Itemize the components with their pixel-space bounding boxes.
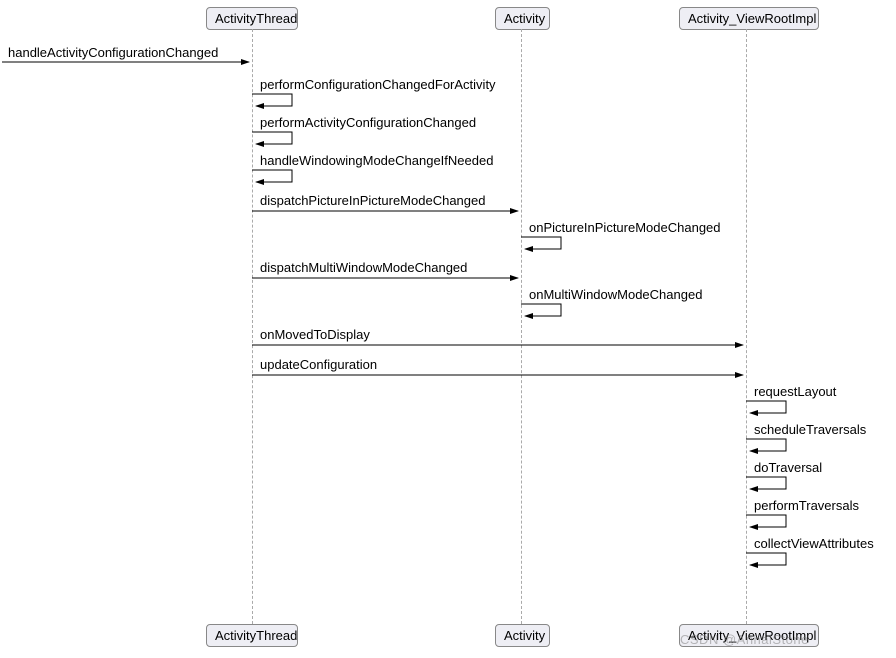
watermark: CSDN @AnnalStone (680, 632, 809, 647)
svg-text:onPictureInPictureModeChanged: onPictureInPictureModeChanged (529, 220, 721, 235)
msg-performConfigurationChangedForActivity: performConfigurationChangedForActivity (252, 77, 496, 106)
msg-dispatchMultiWindowModeChanged: dispatchMultiWindowModeChanged (252, 260, 518, 278)
svg-text:handleActivityConfigurationCha: handleActivityConfigurationChanged (8, 45, 218, 60)
lifeline-activitythread (252, 29, 253, 624)
lifeline-viewrootimpl (746, 29, 747, 624)
svg-text:onMovedToDisplay: onMovedToDisplay (260, 327, 370, 342)
svg-text:updateConfiguration: updateConfiguration (260, 357, 377, 372)
participant-viewrootimpl-top: Activity_ViewRootImpl (679, 7, 819, 30)
msg-performTraversals: performTraversals (746, 498, 859, 527)
svg-text:performActivityConfigurationCh: performActivityConfigurationChanged (260, 115, 476, 130)
msg-onMovedToDisplay: onMovedToDisplay (252, 327, 743, 345)
lifeline-activity (521, 29, 522, 624)
participant-activitythread-bottom: ActivityThread (206, 624, 298, 647)
msg-doTraversal: doTraversal (746, 460, 822, 489)
sequence-arrows: handleActivityConfigurationChanged perfo… (0, 0, 896, 658)
participant-activity-bottom: Activity (495, 624, 550, 647)
participant-activitythread-top: ActivityThread (206, 7, 298, 30)
msg-dispatchPictureInPictureModeChanged: dispatchPictureInPictureModeChanged (252, 193, 518, 211)
msg-updateConfiguration: updateConfiguration (252, 357, 743, 375)
msg-onMultiWindowModeChanged: onMultiWindowModeChanged (521, 287, 702, 316)
svg-text:scheduleTraversals: scheduleTraversals (754, 422, 867, 437)
svg-text:handleWindowingModeChangeIfNee: handleWindowingModeChangeIfNeeded (260, 153, 493, 168)
svg-text:collectViewAttributes: collectViewAttributes (754, 536, 874, 551)
svg-text:dispatchMultiWindowModeChanged: dispatchMultiWindowModeChanged (260, 260, 467, 275)
participant-activity-top: Activity (495, 7, 550, 30)
msg-handleActivityConfigurationChanged: handleActivityConfigurationChanged (2, 45, 249, 62)
svg-text:requestLayout: requestLayout (754, 384, 837, 399)
msg-collectViewAttributes: collectViewAttributes (746, 536, 874, 565)
svg-text:performConfigurationChangedFor: performConfigurationChangedForActivity (260, 77, 496, 92)
msg-scheduleTraversals: scheduleTraversals (746, 422, 867, 451)
msg-requestLayout: requestLayout (746, 384, 837, 413)
svg-text:doTraversal: doTraversal (754, 460, 822, 475)
svg-text:onMultiWindowModeChanged: onMultiWindowModeChanged (529, 287, 702, 302)
svg-text:performTraversals: performTraversals (754, 498, 859, 513)
msg-onPictureInPictureModeChanged: onPictureInPictureModeChanged (521, 220, 721, 249)
msg-handleWindowingModeChangeIfNeeded: handleWindowingModeChangeIfNeeded (252, 153, 493, 182)
msg-performActivityConfigurationChanged: performActivityConfigurationChanged (252, 115, 476, 144)
svg-text:dispatchPictureInPictureModeCh: dispatchPictureInPictureModeChanged (260, 193, 485, 208)
